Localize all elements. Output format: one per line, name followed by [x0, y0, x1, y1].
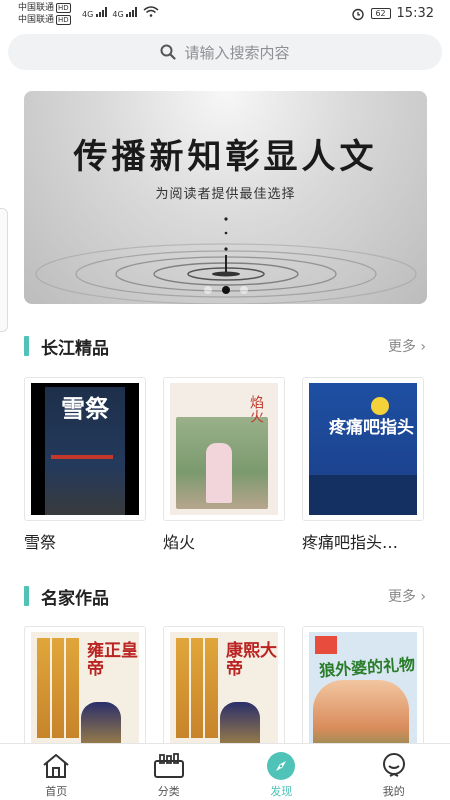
nav-category[interactable]: 分类 — [113, 744, 226, 800]
nav-profile-label: 我的 — [382, 785, 405, 798]
book-title: 焰火 — [163, 533, 196, 552]
book-card[interactable]: 疼痛吧指头 疼痛吧指头… — [302, 377, 424, 553]
cover-title: 康熙大帝 — [226, 641, 277, 679]
battery-indicator: 62 — [370, 8, 391, 19]
book-title: 疼痛吧指头… — [302, 533, 399, 552]
signal-label-2: 4G — [112, 10, 124, 19]
search-bar[interactable]: 请输入搜索内容 — [8, 34, 442, 70]
more-link[interactable]: 更多 › — [388, 586, 426, 606]
banner-carousel[interactable]: 传播新知彰显人文 为阅读者提供最佳选择 — [24, 91, 427, 304]
carousel-dot[interactable] — [203, 286, 212, 294]
carousel-dot[interactable] — [239, 286, 248, 294]
profile-icon — [378, 751, 410, 781]
status-right: 62 15:32 — [351, 6, 434, 21]
book-card[interactable]: 焰火 焰火 — [163, 377, 285, 553]
wifi-icon — [143, 6, 159, 17]
category-icon — [153, 751, 185, 781]
book-list-changjiang: 雪祭 雪祭 焰火 焰火 疼痛吧指头 疼痛吧指头… — [24, 377, 426, 557]
section-accent-bar — [24, 336, 29, 356]
carrier-2: 中国联通 HD — [18, 15, 71, 25]
carrier-1-label: 中国联通 — [18, 3, 55, 13]
book-cover[interactable]: 雍正皇帝 — [24, 626, 146, 744]
nav-discover-label: 发现 — [270, 785, 293, 798]
more-link[interactable]: 更多 › — [388, 336, 426, 356]
nav-profile[interactable]: 我的 — [338, 744, 450, 800]
book-list-mingjia: 雍正皇帝 康熙大帝 狼外婆的礼物 — [24, 626, 426, 744]
book-card[interactable]: 康熙大帝 — [163, 626, 285, 744]
cover-title: 雍正皇帝 — [87, 641, 138, 679]
signal-label-1: 4G — [82, 10, 94, 19]
cover-title: 狼外婆的礼物 — [318, 654, 416, 681]
section-title: 名家作品 — [41, 588, 109, 609]
hd-badge-2: HD — [56, 15, 71, 25]
cover-title: 雪祭 — [61, 394, 109, 423]
nav-discover[interactable]: 发现 — [225, 744, 338, 800]
carrier-1: 中国联通 HD — [18, 3, 71, 13]
home-icon — [40, 751, 72, 781]
book-cover[interactable]: 雪祭 — [24, 377, 146, 521]
cover-title: 焰火 — [248, 395, 264, 423]
signal-bars-icon-2 — [126, 7, 138, 17]
carrier-2-label: 中国联通 — [18, 15, 55, 25]
more-label: 更多 — [387, 339, 416, 355]
bottom-navigation: 首页 分类 发现 我的 — [0, 743, 450, 800]
status-bar: 中国联通 HD 中国联通 HD 4G 4G 62 15:32 — [0, 0, 450, 28]
signal-indicator: 4G 4G — [82, 6, 159, 19]
book-cover[interactable]: 狼外婆的礼物 — [302, 626, 424, 744]
signal-bars-icon — [95, 7, 107, 17]
more-label: 更多 — [387, 589, 416, 605]
book-cover[interactable]: 焰火 — [163, 377, 285, 521]
compass-icon — [265, 751, 297, 781]
section-accent-bar — [24, 586, 29, 606]
section-header-mingjia: 名家作品 更多 › — [24, 584, 426, 609]
search-input[interactable]: 请输入搜索内容 — [184, 42, 289, 63]
nav-home-label: 首页 — [45, 785, 68, 798]
nav-home[interactable]: 首页 — [0, 744, 113, 800]
book-cover[interactable]: 康熙大帝 — [163, 626, 285, 744]
cover-title: 疼痛吧指头 — [329, 418, 414, 438]
carousel-indicator — [24, 286, 427, 294]
chevron-right-icon: › — [420, 339, 426, 355]
book-card[interactable]: 雍正皇帝 — [24, 626, 146, 744]
carousel-dot-active[interactable] — [221, 286, 230, 294]
alarm-icon — [351, 8, 364, 20]
section-title: 长江精品 — [41, 338, 109, 359]
chevron-right-icon: › — [420, 589, 426, 605]
side-drawer-handle[interactable] — [0, 208, 8, 332]
book-cover[interactable]: 疼痛吧指头 — [302, 377, 424, 521]
clock: 15:32 — [396, 6, 434, 21]
banner-subtitle: 为阅读者提供最佳选择 — [155, 187, 296, 202]
banner-title: 传播新知彰显人文 — [73, 137, 378, 177]
hd-badge-1: HD — [56, 3, 71, 13]
book-card[interactable]: 狼外婆的礼物 — [302, 626, 424, 744]
book-title: 雪祭 — [24, 533, 57, 552]
nav-category-label: 分类 — [157, 785, 180, 798]
section-header-changjiang: 长江精品 更多 › — [24, 334, 426, 359]
search-icon — [160, 44, 177, 60]
book-card[interactable]: 雪祭 雪祭 — [24, 377, 146, 553]
